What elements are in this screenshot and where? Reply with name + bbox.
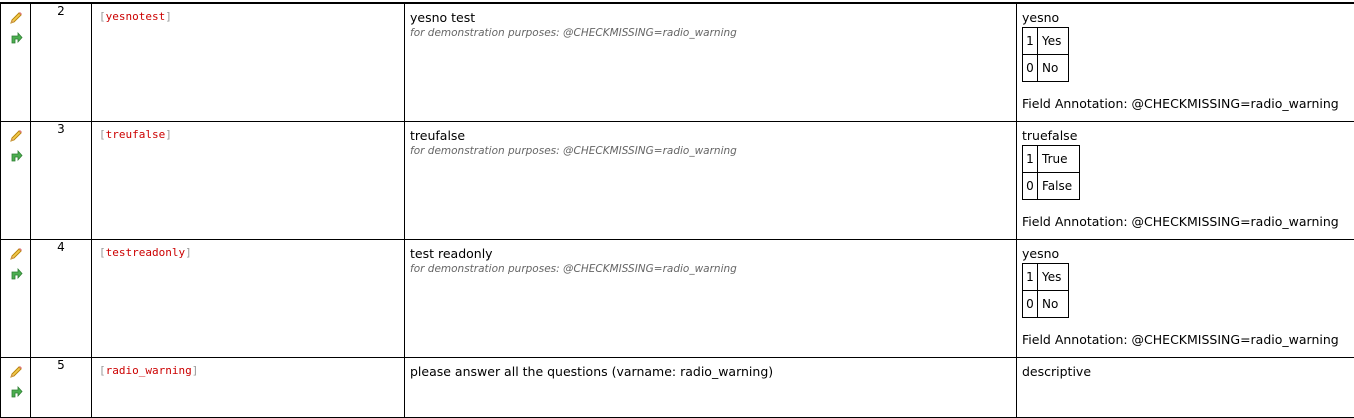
row-actions: [1, 240, 31, 358]
type-cell: yesno 1Yes 0No Field Annotation: @CHECKM…: [1017, 4, 1354, 122]
branching-arrow-icon[interactable]: [8, 383, 24, 399]
choice-row: 1True: [1023, 146, 1080, 173]
variable-cell: [yesnotest]: [92, 4, 405, 122]
table-row: 4 [testreadonly] test readonly for demon…: [1, 240, 1354, 358]
variable-name: yesnotest: [106, 10, 166, 23]
choice-row: 0False: [1023, 173, 1080, 200]
choice-label: False: [1038, 173, 1080, 200]
label-cell: treufalse for demonstration purposes: @C…: [405, 122, 1017, 240]
type-cell: descriptive: [1017, 358, 1354, 418]
field-number: 3: [31, 122, 92, 240]
choice-value: 1: [1023, 28, 1038, 55]
bracket-open: [: [99, 128, 106, 141]
choices-table: 1True 0False: [1022, 145, 1080, 200]
variable-cell: [testreadonly]: [92, 240, 405, 358]
field-number: 5: [31, 358, 92, 418]
field-label: test readonly: [410, 246, 1016, 261]
type-cell: truefalse 1True 0False Field Annotation:…: [1017, 122, 1354, 240]
variable-cell: [treufalse]: [92, 122, 405, 240]
field-annotation: Field Annotation: @CHECKMISSING=radio_wa…: [1022, 214, 1339, 229]
branching-arrow-icon[interactable]: [8, 265, 24, 281]
choice-value: 0: [1023, 173, 1038, 200]
pencil-icon[interactable]: [8, 246, 24, 262]
type-cell: yesno 1Yes 0No Field Annotation: @CHECKM…: [1017, 240, 1354, 358]
choice-label: No: [1038, 55, 1069, 82]
field-type: yesno: [1022, 246, 1354, 261]
field-label: yesno test: [410, 10, 1016, 25]
choice-label: Yes: [1038, 264, 1069, 291]
bracket-close: ]: [165, 128, 172, 141]
choice-value: 1: [1023, 264, 1038, 291]
field-label: treufalse: [410, 128, 1016, 143]
field-annotation: Field Annotation: @CHECKMISSING=radio_wa…: [1022, 332, 1339, 347]
bracket-open: [: [99, 10, 106, 23]
row-actions: [1, 122, 31, 240]
choices-table: 1Yes 0No: [1022, 27, 1069, 82]
table-row: 2 [yesnotest] yesno test for demonstrati…: [1, 4, 1354, 122]
choice-label: True: [1038, 146, 1080, 173]
table-row: 5 [radio_warning] please answer all the …: [1, 358, 1354, 418]
row-actions: [1, 4, 31, 122]
variable-name: treufalse: [106, 128, 166, 141]
pencil-icon[interactable]: [8, 128, 24, 144]
variable-name: radio_warning: [106, 364, 192, 377]
field-type: yesno: [1022, 10, 1354, 25]
bracket-close: ]: [185, 246, 192, 259]
choice-label: No: [1038, 291, 1069, 318]
choice-value: 1: [1023, 146, 1038, 173]
bracket-close: ]: [192, 364, 199, 377]
row-actions: [1, 358, 31, 418]
bracket-open: [: [99, 246, 106, 259]
choice-row: 0No: [1023, 55, 1069, 82]
choices-table: 1Yes 0No: [1022, 263, 1069, 318]
field-note: for demonstration purposes: @CHECKMISSIN…: [410, 145, 1016, 157]
choice-value: 0: [1023, 291, 1038, 318]
choice-value: 0: [1023, 55, 1038, 82]
field-type: truefalse: [1022, 128, 1354, 143]
data-dictionary-table: 2 [yesnotest] yesno test for demonstrati…: [0, 3, 1354, 418]
label-cell: yesno test for demonstration purposes: @…: [405, 4, 1017, 122]
label-cell: please answer all the questions (varname…: [405, 358, 1017, 418]
variable-cell: [radio_warning]: [92, 358, 405, 418]
branching-arrow-icon[interactable]: [8, 147, 24, 163]
table-row: 3 [treufalse] treufalse for demonstratio…: [1, 122, 1354, 240]
field-number: 4: [31, 240, 92, 358]
variable-name: testreadonly: [106, 246, 185, 259]
pencil-icon[interactable]: [8, 10, 24, 26]
field-number: 2: [31, 4, 92, 122]
bracket-open: [: [99, 364, 106, 377]
pencil-icon[interactable]: [8, 364, 24, 380]
choice-row: 0No: [1023, 291, 1069, 318]
field-note: for demonstration purposes: @CHECKMISSIN…: [410, 263, 1016, 275]
branching-arrow-icon[interactable]: [8, 29, 24, 45]
label-cell: test readonly for demonstration purposes…: [405, 240, 1017, 358]
choice-row: 1Yes: [1023, 264, 1069, 291]
choice-label: Yes: [1038, 28, 1069, 55]
bracket-close: ]: [165, 10, 172, 23]
choice-row: 1Yes: [1023, 28, 1069, 55]
field-annotation: Field Annotation: @CHECKMISSING=radio_wa…: [1022, 96, 1339, 111]
field-label: please answer all the questions (varname…: [410, 364, 1016, 379]
field-note: for demonstration purposes: @CHECKMISSIN…: [410, 27, 1016, 39]
field-type: descriptive: [1022, 364, 1354, 379]
